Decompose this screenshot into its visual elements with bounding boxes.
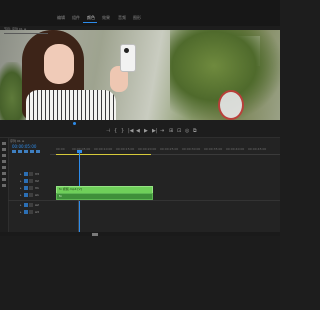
workspace-tab-color[interactable]: 颜色 [87,15,95,20]
selection-tool-icon[interactable] [2,142,6,145]
track-header-v2[interactable]: ▸ V2 [20,179,54,184]
mute-icon[interactable] [29,193,33,197]
go-to-out-button[interactable]: ⇥ [160,128,164,134]
subject-face [44,44,74,84]
razor-tool-icon[interactable] [2,160,6,163]
ripple-edit-tool-icon[interactable] [2,154,6,157]
track-name: A3 [35,210,39,214]
lock-icon[interactable]: ▸ [20,172,22,176]
hand-tool-icon[interactable] [2,178,6,181]
eye-icon[interactable] [29,179,33,183]
workspace-tab-audio[interactable]: 音频 [118,15,126,20]
lift-button[interactable]: ⊞ [169,128,173,134]
background-bottle [218,90,244,120]
track-name: V3 [35,172,39,176]
ruler-label: 00:00:45:00 [248,147,267,151]
captions-toggle-icon[interactable] [36,150,40,153]
track-header-v1[interactable]: ▸ V1 [20,186,54,191]
type-tool-icon[interactable] [2,184,6,187]
sequence-tab[interactable]: 序列 01 ≡ [10,139,50,143]
lock-icon[interactable]: ▸ [20,179,22,183]
track-target-toggle[interactable] [24,203,28,207]
export-frame-button[interactable]: ◎ [185,128,189,134]
monitor-tab-underline [4,33,48,34]
workspace-tab-assembly[interactable]: 组件 [72,15,80,20]
eye-icon[interactable] [29,186,33,190]
track-target-toggle[interactable] [24,193,28,197]
program-monitor-video[interactable] [0,30,280,120]
empty-panel-area [0,236,280,310]
ruler-label: 00:00:40:00 [226,147,245,151]
comparison-view-button[interactable]: ⧉ [193,128,197,134]
ruler-label: 00:00 [56,147,65,151]
linked-selection-icon[interactable] [18,150,22,153]
step-forward-button[interactable]: ▶| [152,128,158,134]
add-marker-icon[interactable] [24,150,28,153]
play-button[interactable]: ▶ [144,128,148,134]
monitor-playhead-marker[interactable] [73,122,76,125]
workspace-tab-graphics[interactable]: 图形 [133,15,141,20]
ruler-label: 00:00:10:00 [94,147,113,151]
track-header-v3[interactable]: ▸ V3 [20,172,54,177]
clip-name: fx [59,194,62,198]
ruler-label: 00:00:30:00 [182,147,201,151]
timeline-timecode[interactable]: 00:00:05:00 [12,144,42,149]
video-audio-divider [8,200,280,201]
lock-icon[interactable]: ▸ [20,193,22,197]
mute-icon[interactable] [29,203,33,207]
lock-icon[interactable]: ▸ [20,210,22,214]
track-name: V2 [35,179,39,183]
transport-bar [0,126,280,136]
go-to-in-button[interactable]: } [121,128,124,134]
clip-name: fx 视频.mp4 [V] [59,187,82,191]
eye-icon[interactable] [29,172,33,176]
slip-tool-icon[interactable] [2,166,6,169]
track-header-a1[interactable]: ▸ A1 [20,193,54,198]
track-header-a2[interactable]: ▸ A2 [20,203,54,208]
audio-clip[interactable]: fx [56,193,153,200]
timeline-gridline [78,200,79,234]
pen-tool-icon[interactable] [2,172,6,175]
ruler-label: 00:00:15:00 [116,147,135,151]
ruler-label: 00:00:35:00 [204,147,223,151]
track-name: A2 [35,203,39,207]
track-header-a3[interactable]: ▸ A3 [20,210,54,215]
rewind-button[interactable]: ◀ [136,128,140,134]
mark-out-button[interactable]: { [114,128,117,134]
track-name: V1 [35,186,39,190]
timeline-settings-icon[interactable] [30,150,34,153]
phone-camera [124,48,129,53]
step-back-button[interactable]: |◀ [128,128,134,134]
track-target-toggle[interactable] [24,210,28,214]
program-monitor-tab[interactable]: 节目: 序列 01 ≡ [4,27,94,32]
ruler-label: 00:00:25:00 [160,147,179,151]
workspace-tab-effects[interactable]: 效果 [102,15,110,20]
extract-button[interactable]: ⊡ [177,128,181,134]
mute-icon[interactable] [29,210,33,214]
work-area-bar[interactable] [56,154,151,155]
lock-icon[interactable]: ▸ [20,203,22,207]
workspace-tab-edit[interactable]: 编辑 [57,15,65,20]
track-target-toggle[interactable] [24,186,28,190]
workspace-menu-bar [0,0,280,26]
subject-striped-shirt [26,90,116,120]
track-target-toggle[interactable] [24,179,28,183]
active-workspace-indicator [83,22,97,23]
ruler-label: 00:00:20:00 [138,147,157,151]
snap-toggle-icon[interactable] [12,150,16,153]
tools-panel [0,138,9,234]
track-target-toggle[interactable] [24,172,28,176]
track-name: A1 [35,193,39,197]
mark-in-button[interactable]: ⊣ [106,128,110,134]
lock-icon[interactable]: ▸ [20,186,22,190]
track-select-tool-icon[interactable] [2,148,6,151]
